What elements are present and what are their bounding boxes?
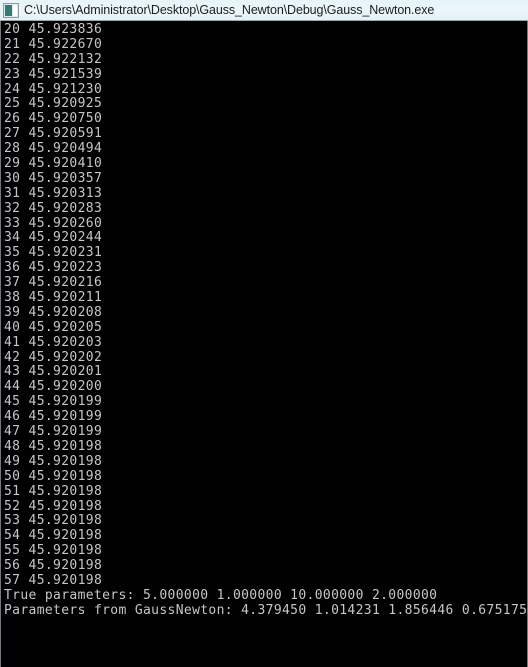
console-line: 20 45.923836 xyxy=(4,22,103,37)
console-line: 24 45.921230 xyxy=(4,81,103,97)
console-line: True parameters: 5.000000 1.000000 10.00… xyxy=(4,587,438,603)
window-titlebar[interactable]: C:\Users\Administrator\Desktop\Gauss_New… xyxy=(0,0,528,21)
window-title: C:\Users\Administrator\Desktop\Gauss_New… xyxy=(24,2,435,17)
console-line: 56 45.920198 xyxy=(4,558,103,574)
console-line: 57 45.920198 xyxy=(4,572,103,588)
console-line: 54 45.920198 xyxy=(4,528,103,544)
console-line: 44 45.920200 xyxy=(4,379,103,395)
console-line: 45 45.920199 xyxy=(4,394,103,410)
console-line: 46 45.920199 xyxy=(4,409,103,425)
console-line: 50 45.920198 xyxy=(4,468,103,484)
console-line: 26 45.920750 xyxy=(4,111,103,127)
console-line: 27 45.920591 xyxy=(4,126,103,142)
console-line: 48 45.920198 xyxy=(4,438,103,454)
console-line: 25 45.920925 xyxy=(4,96,103,112)
console-line: 42 45.920202 xyxy=(4,349,103,365)
console-line: 32 45.920283 xyxy=(4,200,103,216)
console-window-icon xyxy=(3,2,19,18)
console-line: Parameters from GaussNewton: 4.379450 1.… xyxy=(4,602,528,618)
console-line: 21 45.922670 xyxy=(4,36,103,52)
console-line: 49 45.920198 xyxy=(4,453,103,469)
console-line: 22 45.922132 xyxy=(4,51,103,67)
console-line: 34 45.920244 xyxy=(4,230,103,246)
console-line: 35 45.920231 xyxy=(4,245,103,261)
console-window: C:\Users\Administrator\Desktop\Gauss_New… xyxy=(0,0,528,667)
console-line: 31 45.920313 xyxy=(4,185,103,201)
console-line: 53 45.920198 xyxy=(4,513,103,529)
console-line: 23 45.921539 xyxy=(4,66,103,82)
console-line: 52 45.920198 xyxy=(4,498,103,514)
console-line: 38 45.920211 xyxy=(4,290,103,306)
console-line: 36 45.920223 xyxy=(4,260,103,276)
console-line: 29 45.920410 xyxy=(4,156,103,172)
console-line: 28 45.920494 xyxy=(4,141,103,157)
console-cursor-line xyxy=(4,619,527,629)
console-output-area[interactable]: 20 45.923836 21 45.922670 22 45.922132 23 4… xyxy=(0,21,528,667)
console-line: 55 45.920198 xyxy=(4,543,103,559)
console-line: 43 45.920201 xyxy=(4,364,103,380)
console-text-buffer: 20 45.923836 21 45.922670 22 45.922132 23 4… xyxy=(4,22,528,619)
console-line: 40 45.920205 xyxy=(4,319,103,335)
console-line: 30 45.920357 xyxy=(4,170,103,186)
console-line: 37 45.920216 xyxy=(4,275,103,291)
console-line: 51 45.920198 xyxy=(4,483,103,499)
console-line: 33 45.920260 xyxy=(4,215,103,231)
console-line: 47 45.920199 xyxy=(4,424,103,440)
console-line: 39 45.920208 xyxy=(4,304,103,320)
console-line: 41 45.920203 xyxy=(4,334,103,350)
